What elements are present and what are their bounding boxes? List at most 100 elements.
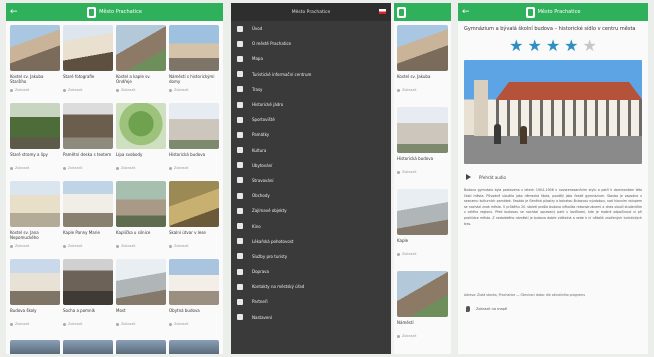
drawer-menu-item[interactable]: Mapa bbox=[231, 51, 391, 66]
list-item-title: Kostel sv. Jakuba Staršího bbox=[10, 74, 44, 84]
list-item-thumb[interactable] bbox=[116, 340, 166, 354]
list-item[interactable]: Socha a pomník Zobrazit bbox=[63, 259, 113, 337]
list-item-thumb bbox=[63, 103, 113, 149]
list-item-thumb bbox=[397, 189, 448, 235]
list-item-thumb[interactable] bbox=[63, 340, 113, 354]
drawer-menu-item[interactable]: Ubytování bbox=[231, 158, 391, 173]
star-filled-icon[interactable]: ★ bbox=[546, 37, 560, 54]
menu-item-label: Služby pro turisty bbox=[252, 253, 288, 259]
city-logo-icon bbox=[87, 6, 97, 18]
list-item-title: Historická budova bbox=[397, 156, 434, 161]
poi-title: Gymnázium a bývalá školní budova – histo… bbox=[464, 26, 636, 32]
list-item-title: Historická budova bbox=[169, 152, 206, 157]
rating-stars[interactable]: ★ ★ ★ ★ ★ bbox=[458, 37, 648, 54]
drawer-menu-item[interactable]: Partneři bbox=[231, 294, 391, 309]
list-item[interactable]: Staré stromy a lípy Zobrazit bbox=[10, 103, 60, 181]
list-item[interactable]: Historická budova Zobrazit bbox=[397, 107, 448, 185]
drawer-menu-item[interactable]: Turistické informační centrum bbox=[231, 67, 391, 82]
list-item[interactable]: Budova školy Zobrazit bbox=[10, 259, 60, 337]
drawer-menu-item[interactable]: Historické jádro bbox=[231, 97, 391, 112]
city-logo-icon bbox=[397, 6, 406, 18]
list-item-title: Kaple Panny Marie bbox=[63, 230, 100, 235]
list-item-meta: Zobrazit bbox=[116, 244, 166, 248]
back-arrow-icon[interactable]: ← bbox=[462, 6, 470, 18]
star-filled-icon[interactable]: ★ bbox=[564, 37, 578, 54]
drawer-menu-item[interactable]: Zajímavé objekty bbox=[231, 203, 391, 218]
drawer-menu-item[interactable]: Kultura bbox=[231, 143, 391, 158]
list-item[interactable]: Kaplička u silnice Zobrazit bbox=[116, 181, 166, 259]
list-item[interactable]: Most Zobrazit bbox=[116, 259, 166, 337]
list-item-title: Staré stromy a lípy bbox=[10, 152, 48, 157]
list-item[interactable]: Staré fotografie Zobrazit bbox=[63, 25, 113, 103]
list-item-meta: Zobrazit bbox=[63, 322, 113, 326]
menu-item-icon bbox=[237, 86, 243, 93]
menu-item-label: Mapa bbox=[252, 56, 263, 62]
list-item[interactable]: Kaple Panny Marie Zobrazit bbox=[63, 181, 113, 259]
list-item-thumb bbox=[10, 181, 60, 227]
back-arrow-icon[interactable]: ← bbox=[10, 6, 18, 18]
drawer-menu-item[interactable]: Památky bbox=[231, 127, 391, 142]
menu-item-icon bbox=[237, 55, 243, 62]
drawer-menu-item[interactable]: Trasy bbox=[231, 82, 391, 97]
list-item[interactable]: Historická budova Zobrazit bbox=[169, 103, 219, 181]
list-item-thumb bbox=[116, 25, 166, 71]
menu-item-label: Kontakty na městský úřad bbox=[252, 284, 305, 290]
menu-item-icon bbox=[237, 116, 243, 123]
list-item-title: Budova školy bbox=[10, 308, 37, 313]
drawer-menu-item[interactable]: Úvod bbox=[231, 21, 391, 36]
menu-item-label: Historické jádro bbox=[252, 102, 284, 108]
app-title: Město Prachatice bbox=[537, 9, 581, 15]
list-item[interactable]: Kaple Zobrazit bbox=[397, 189, 448, 267]
list-item[interactable]: Kostel sv. Jakuba Staršího Zobrazit bbox=[10, 25, 60, 103]
list-item-thumb bbox=[63, 181, 113, 227]
list-item[interactable]: Skalní útvar v lese Zobrazit bbox=[169, 181, 219, 259]
menu-item-label: Partneři bbox=[252, 299, 268, 305]
list-item-thumb[interactable] bbox=[169, 340, 219, 354]
photo-tower bbox=[474, 80, 488, 136]
play-icon[interactable] bbox=[466, 174, 471, 180]
drawer-menu-item[interactable]: Stravování bbox=[231, 173, 391, 188]
poi-grid: Kostel sv. Jakuba Staršího Zobrazit Staré … bbox=[6, 21, 223, 337]
list-item-meta: Zobrazit bbox=[10, 322, 60, 326]
list-item[interactable]: Náměstí Zobrazit bbox=[397, 271, 448, 349]
app-bar: ← Město Prachatice bbox=[458, 3, 648, 21]
drawer-menu-item[interactable]: Kino bbox=[231, 218, 391, 233]
list-item-meta: Zobrazit bbox=[397, 334, 448, 338]
list-item[interactable]: Kostel sv. Jana Nepomuckého Zobrazit bbox=[10, 181, 60, 259]
show-on-map-link[interactable]: Zobrazit na mapě bbox=[458, 298, 648, 312]
audio-label: Přehrát audio bbox=[479, 174, 506, 180]
poi-photo[interactable] bbox=[464, 60, 642, 164]
drawer-menu-item[interactable]: O městě Prachatice bbox=[231, 36, 391, 51]
menu-item-icon bbox=[237, 177, 243, 184]
drawer-menu-item[interactable]: Doprava bbox=[231, 264, 391, 279]
list-item-meta: Zobrazit bbox=[397, 252, 448, 256]
list-item-meta: Zobrazit bbox=[63, 244, 113, 248]
drawer-menu-item[interactable]: Lékařská pohotovost bbox=[231, 234, 391, 249]
list-item-title: Staré fotografie bbox=[63, 74, 95, 79]
drawer-menu-item[interactable]: Sportoviště bbox=[231, 112, 391, 127]
list-item[interactable]: Lípa svobody Zobrazit bbox=[116, 103, 166, 181]
list-item-thumb bbox=[169, 103, 219, 149]
star-filled-icon[interactable]: ★ bbox=[527, 37, 541, 54]
screen-drawer: Kostel sv. Jakuba Zobrazit Historická budo… bbox=[231, 3, 451, 354]
drawer-menu-item[interactable]: Kontakty na městský úřad bbox=[231, 279, 391, 294]
menu-item-label: Ubytování bbox=[252, 162, 273, 168]
map-pin-icon bbox=[466, 306, 470, 312]
language-flag-icon[interactable] bbox=[379, 9, 386, 14]
audio-player[interactable]: Přehrát audio bbox=[458, 164, 648, 180]
drawer-menu-item[interactable]: Obchody bbox=[231, 188, 391, 203]
star-empty-icon[interactable]: ★ bbox=[583, 37, 597, 54]
drawer-menu-item[interactable]: Nastavení bbox=[231, 310, 391, 325]
list-item[interactable]: Obytná budova Zobrazit bbox=[169, 259, 219, 337]
menu-item-label: Trasy bbox=[252, 86, 263, 92]
list-item-thumb[interactable] bbox=[10, 340, 60, 354]
menu-item-label: Zajímavé objekty bbox=[252, 208, 287, 214]
menu-item-label: Obchody bbox=[252, 193, 270, 199]
drawer-menu: Úvod O městě Prachatice Mapa Turistické inf… bbox=[231, 21, 391, 325]
list-item[interactable]: Kostel a kaple sv. Ondřeje Zobrazit bbox=[116, 25, 166, 103]
list-item[interactable]: Kostel sv. Jakuba Zobrazit bbox=[397, 25, 448, 103]
star-filled-icon[interactable]: ★ bbox=[509, 37, 523, 54]
list-item[interactable]: Pamětní deska s textem Zobrazit bbox=[63, 103, 113, 181]
list-item[interactable]: Náměstí s historickými domy Zobrazit bbox=[169, 25, 219, 103]
drawer-menu-item[interactable]: Služby pro turisty bbox=[231, 249, 391, 264]
